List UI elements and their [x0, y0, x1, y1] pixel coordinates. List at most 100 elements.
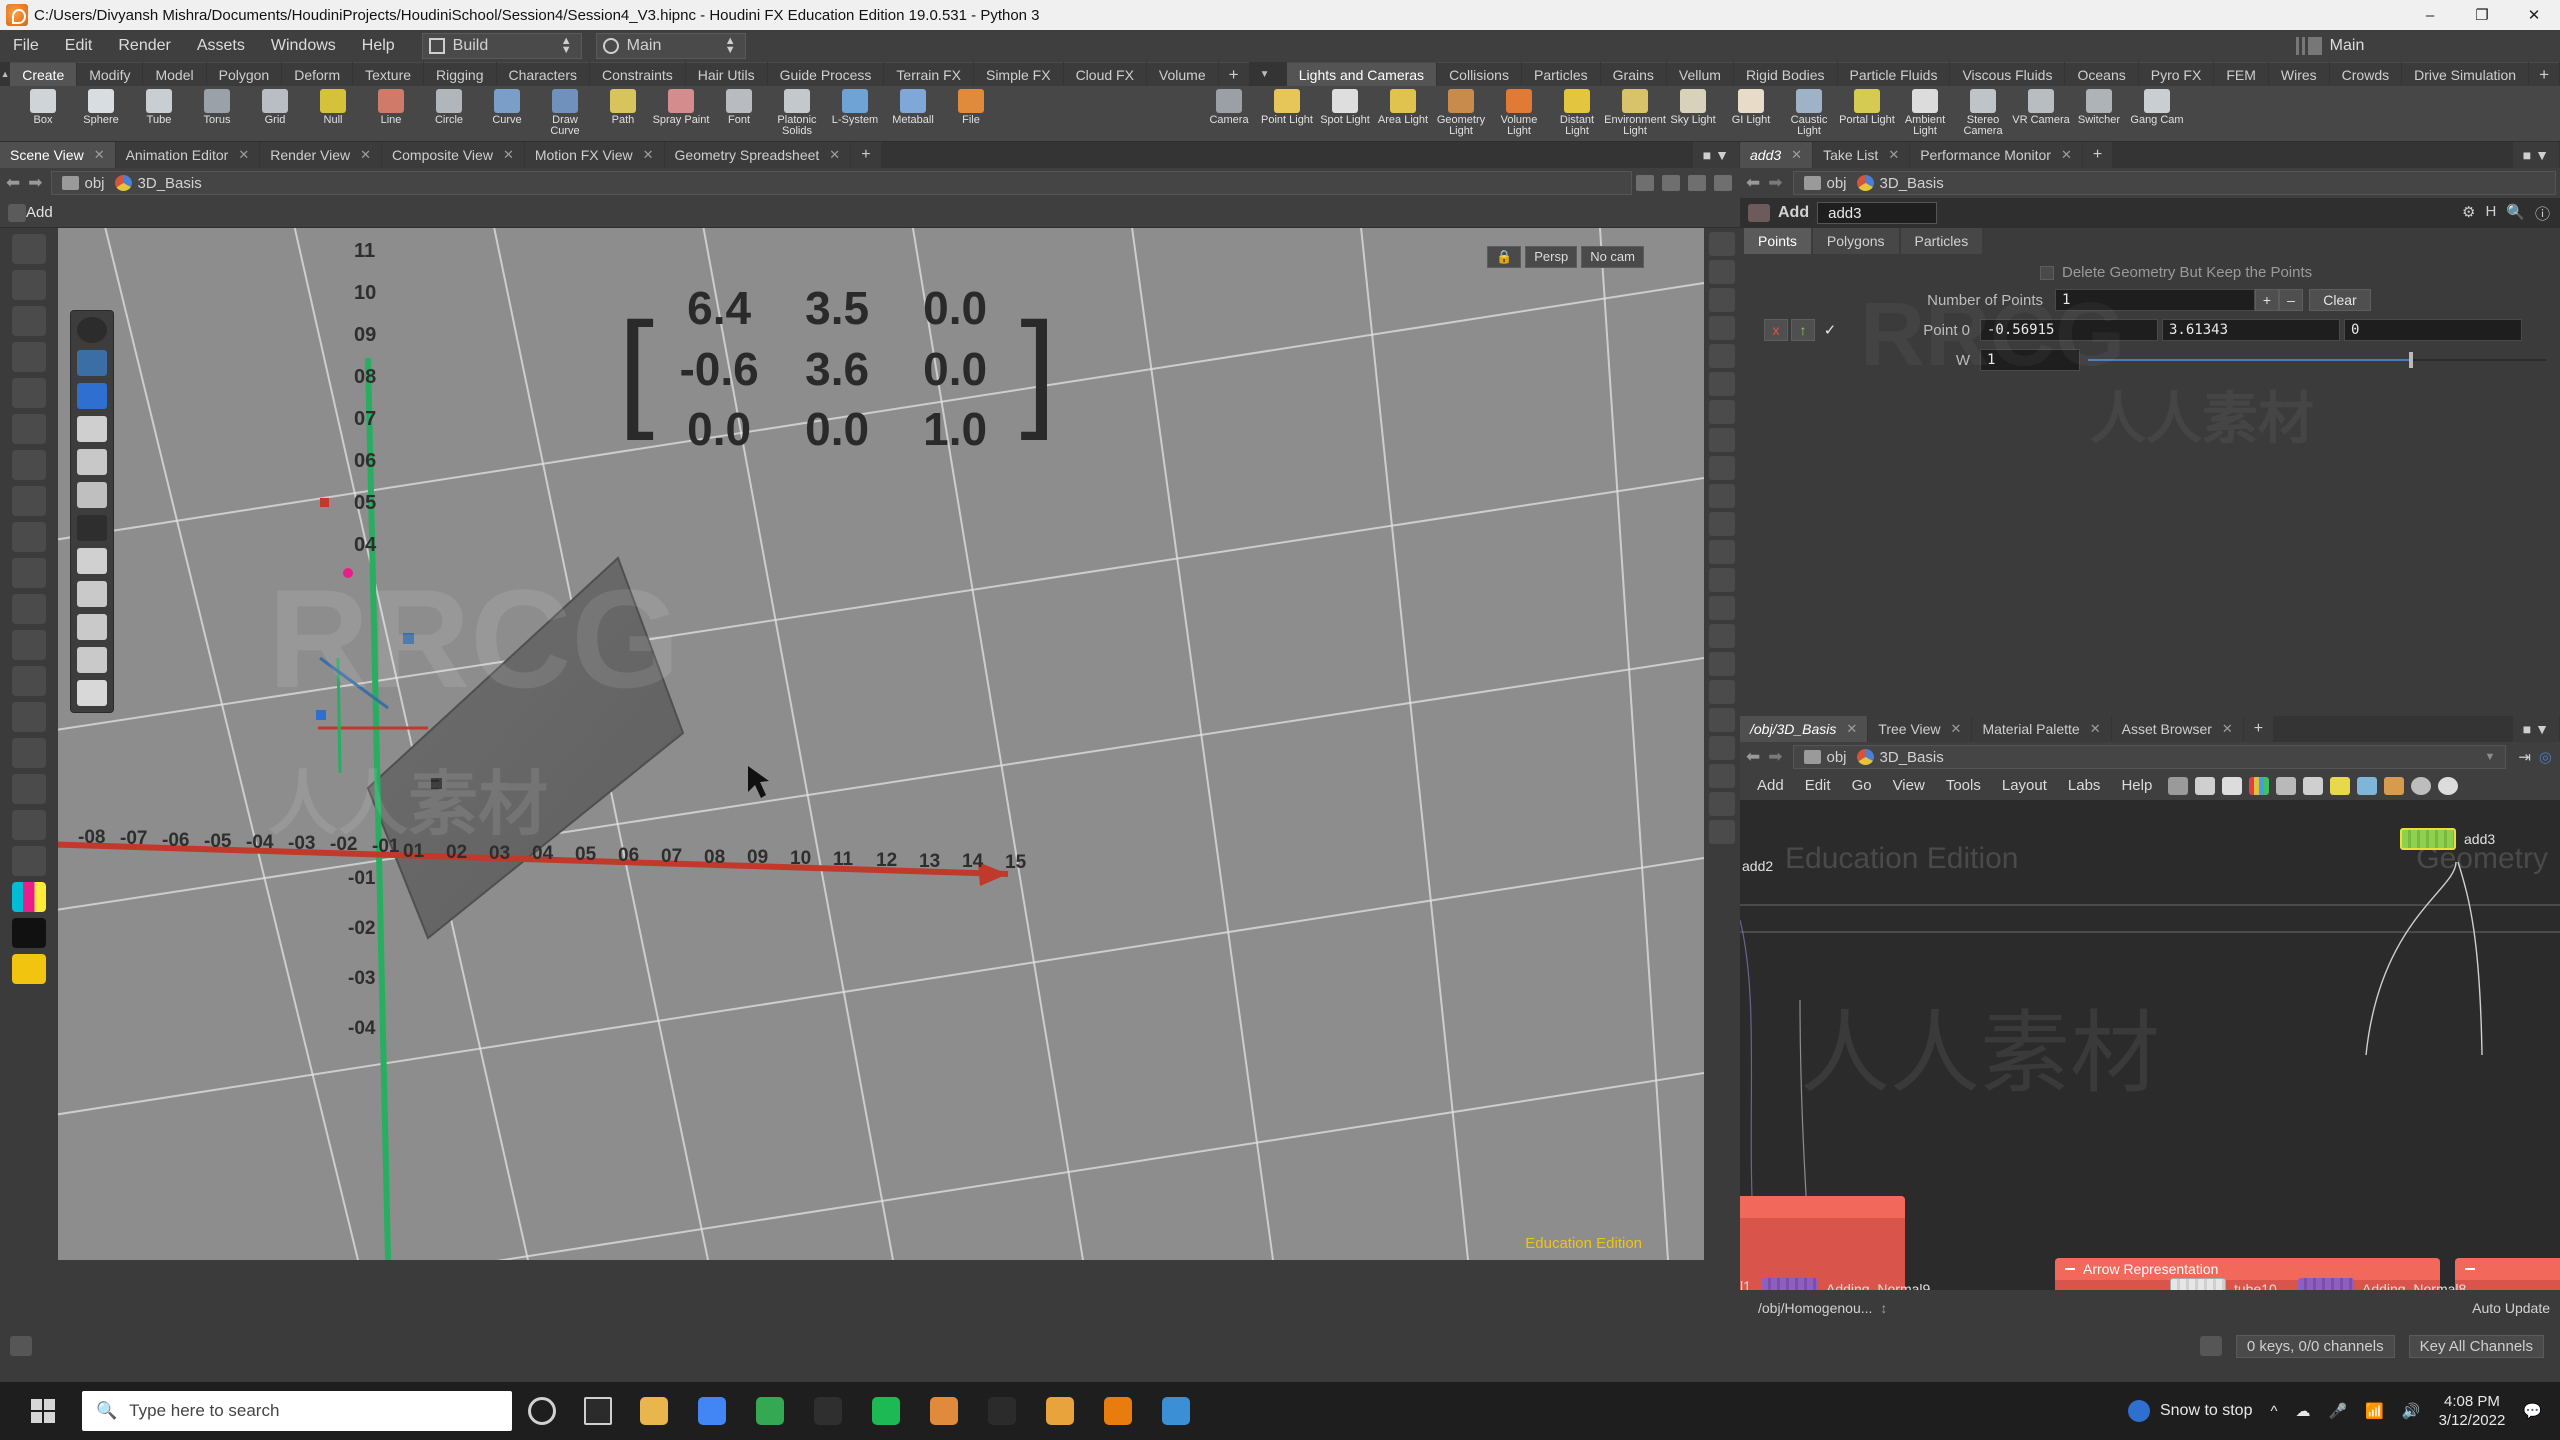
delete-point-button[interactable]: x: [1764, 319, 1788, 341]
shelf-tab-particle-fluids[interactable]: Particle Fluids: [1837, 62, 1950, 86]
color-swatch-yellow[interactable]: [12, 954, 46, 984]
shelf-tool-l-system[interactable]: L-System: [826, 86, 884, 142]
shelf-tool-tube[interactable]: Tube: [130, 86, 188, 142]
shelf-tab-wires[interactable]: Wires: [2268, 62, 2329, 86]
layout-spinner-icon[interactable]: ▲ ▼: [720, 36, 741, 56]
shading-icon[interactable]: [1709, 400, 1735, 424]
onedrive-icon[interactable]: ☁: [2296, 1402, 2311, 1420]
maximize-button[interactable]: ❐: [2456, 0, 2508, 30]
breadcrumb-obj[interactable]: obj: [1827, 175, 1847, 192]
ghost-icon[interactable]: [1709, 456, 1735, 480]
tab-obj-3d-basis[interactable]: /obj/3D_Basis ✕: [1740, 716, 1868, 742]
shelf-tab-polygon[interactable]: Polygon: [206, 62, 282, 86]
shelf-tab-simple-fx[interactable]: Simple FX: [973, 62, 1063, 86]
network-icon[interactable]: 📶: [2365, 1402, 2384, 1420]
light-tool-icon[interactable]: [12, 774, 46, 804]
tab-motion-fx-view[interactable]: Motion FX View ✕: [524, 142, 664, 168]
menu-render[interactable]: Render: [105, 30, 183, 62]
image-node-icon[interactable]: [2357, 777, 2378, 795]
number-of-points-field[interactable]: 1: [2055, 289, 2255, 311]
shelf-tool-font[interactable]: Font: [710, 86, 768, 142]
shelf-tool-sky-light[interactable]: Sky Light: [1664, 86, 1722, 142]
taskbar-file-explorer-icon[interactable]: [628, 1388, 680, 1434]
wrench-icon[interactable]: [2168, 777, 2189, 795]
sphere-handle-icon[interactable]: [12, 270, 46, 300]
menu-windows[interactable]: Windows: [258, 30, 349, 62]
soft-tool-icon[interactable]: [12, 630, 46, 660]
shelf-tool-torus[interactable]: Torus: [188, 86, 246, 142]
forward-arrow-icon[interactable]: ➡: [1768, 173, 1782, 193]
view-settings-icon[interactable]: [1709, 708, 1735, 732]
shelf-tool-environment-light[interactable]: Environment Light: [1604, 86, 1666, 142]
tab-close-icon[interactable]: ✕: [2222, 721, 2233, 737]
breadcrumb-node[interactable]: 3D_Basis: [1880, 749, 1944, 766]
scale-tool-icon[interactable]: [12, 414, 46, 444]
network-menu-edit[interactable]: Edit: [1796, 772, 1840, 800]
marker-icon[interactable]: [1709, 512, 1735, 536]
breadcrumb-obj[interactable]: obj: [1827, 749, 1847, 766]
key-all-channels-button[interactable]: Key All Channels: [2408, 1334, 2544, 1358]
edit-tool-icon[interactable]: [12, 594, 46, 624]
bulb-icon[interactable]: [1709, 372, 1735, 396]
keyframe-icon[interactable]: [2199, 1336, 2222, 1356]
increment-points-button[interactable]: +: [2255, 289, 2279, 311]
shelf-tab-texture[interactable]: Texture: [353, 62, 424, 86]
point-marker-icon[interactable]: [77, 515, 107, 541]
shelf-tab-model[interactable]: Model: [143, 62, 206, 86]
shelf-tab-characters[interactable]: Characters: [496, 62, 589, 86]
shelf-tab-grains[interactable]: Grains: [1600, 62, 1666, 86]
snapshot-icon[interactable]: [1662, 175, 1680, 191]
shelf-tool-point-light[interactable]: Point Light: [1258, 86, 1316, 142]
undo-handle-icon[interactable]: [77, 548, 107, 574]
shelf-tab-lights-and-cameras[interactable]: Lights and Cameras: [1286, 62, 1437, 86]
shelf-tab-volume[interactable]: Volume: [1146, 62, 1218, 86]
eye-visibility-icon[interactable]: [77, 350, 107, 376]
display-flag-icon[interactable]: [2438, 777, 2459, 795]
tab-geometry-spreadsheet[interactable]: Geometry Spreadsheet ✕: [664, 142, 851, 168]
close-button[interactable]: ✕: [2508, 0, 2560, 30]
shelf-tab-fem[interactable]: FEM: [2214, 62, 2268, 86]
shelf-tool-stereo-camera[interactable]: Stereo Camera: [1954, 86, 2012, 142]
material-icon[interactable]: [1709, 568, 1735, 592]
viewport-add-tab-button[interactable]: +: [851, 142, 881, 168]
network-box-icon[interactable]: [2303, 777, 2324, 795]
tab-close-icon[interactable]: ✕: [503, 147, 514, 163]
taskbar-clock[interactable]: 4:08 PM 3/12/2022: [2439, 1392, 2506, 1430]
info-icon[interactable]: [1709, 792, 1735, 816]
help-icon[interactable]: [1709, 820, 1735, 844]
clip-icon[interactable]: [1709, 680, 1735, 704]
node-add3[interactable]: add3: [2400, 828, 2495, 850]
sculpt-tool-icon[interactable]: [12, 666, 46, 696]
layout-icon[interactable]: [1688, 175, 1706, 191]
network-box-header[interactable]: [1740, 1196, 1905, 1218]
param-tab-particles[interactable]: Particles: [1900, 228, 1983, 254]
box-handle-icon[interactable]: [12, 306, 46, 336]
shelf-tab-terrain-fx[interactable]: Terrain FX: [884, 62, 973, 86]
tab-close-icon[interactable]: ✕: [1951, 721, 1962, 737]
scene-viewport[interactable]: 1110090807060504 9-08-07-06-05-04-03-02-…: [0, 228, 1740, 1260]
camera-tool-icon[interactable]: [12, 810, 46, 840]
lock-icon[interactable]: [1709, 288, 1735, 312]
shelf-tool-line[interactable]: Line: [362, 86, 420, 142]
taskbar-unreal-icon[interactable]: [802, 1388, 854, 1434]
network-canvas[interactable]: Education Edition Geometry Arrow Represe…: [1740, 800, 2560, 1320]
network-box-header[interactable]: [2455, 1258, 2560, 1280]
tab-scene-view[interactable]: Scene View ✕: [0, 142, 115, 168]
network-menu-add[interactable]: Add: [1748, 772, 1793, 800]
viewport-help-icon[interactable]: [1714, 175, 1732, 191]
parameter-breadcrumb[interactable]: obj 3D_Basis: [1792, 171, 2556, 195]
back-arrow-icon[interactable]: ⬅: [1746, 747, 1760, 767]
houdini-handle-icon[interactable]: [77, 317, 107, 343]
shelf-tool-metaball[interactable]: Metaball: [884, 86, 942, 142]
cursor-select-icon[interactable]: [77, 383, 107, 409]
shelf-tab-guide-process[interactable]: Guide Process: [767, 62, 884, 86]
shelf-tool-curve[interactable]: Curve: [478, 86, 536, 142]
shelf-splitter[interactable]: [1279, 62, 1286, 86]
parameter-pane-menu-icon[interactable]: ■ ▼: [2512, 142, 2559, 168]
auto-update-button[interactable]: Auto Update: [2472, 1300, 2550, 1316]
tab-close-icon[interactable]: ✕: [1791, 147, 1802, 163]
shelf-tab-pyro-fx[interactable]: Pyro FX: [2138, 62, 2214, 86]
network-path-label[interactable]: /obj/Homogenou...: [1758, 1300, 1872, 1316]
shelf-tool-vr-camera[interactable]: VR Camera: [2012, 86, 2070, 142]
shelf-add-tab-button-right[interactable]: +: [2529, 62, 2559, 86]
